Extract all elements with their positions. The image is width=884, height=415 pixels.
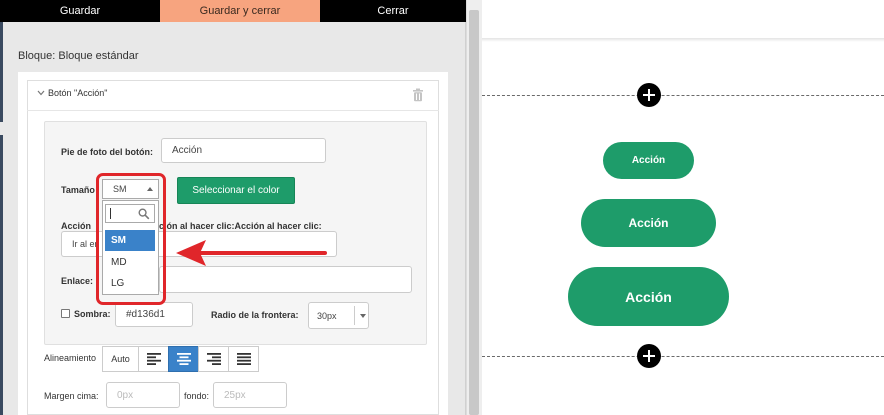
radius-select[interactable]: 30px [308,302,369,329]
editor-toolbar: Guardar Guardar y cerrar Cerrar [0,0,466,22]
align-left-icon [146,353,161,365]
margin-top-input[interactable]: 0px [106,382,180,408]
block-title: Bloque: Bloque estándar [18,50,139,62]
margin-bottom-label: fondo: [184,391,210,401]
divider [27,110,439,111]
shadow-label: Sombra: [74,309,111,319]
arrow-left-icon [176,240,327,266]
trash-icon[interactable] [412,88,424,102]
align-auto-button[interactable]: Auto [102,346,139,372]
link-input[interactable] [159,266,412,293]
margin-top-label: Margen cima: [44,391,99,401]
highlight-box [96,173,166,305]
close-button[interactable]: Cerrar [320,0,466,22]
preview-button-large[interactable]: Acción [568,267,729,326]
align-center-button[interactable] [168,346,199,372]
section-divider [482,95,884,96]
align-center-icon [176,353,191,365]
shadow-checkbox[interactable] [61,309,70,318]
preview-button-small[interactable]: Acción [603,142,694,179]
shadow-color-input[interactable]: #d136d1 [115,302,193,327]
caption-input[interactable]: Acción [161,138,326,163]
scrollbar-thumb[interactable] [469,10,479,415]
plus-circle-icon[interactable] [637,344,661,368]
align-justify-button[interactable] [228,346,259,372]
align-right-icon [206,353,221,365]
page: Guardar Guardar y cerrar Cerrar Bloque: … [0,0,884,415]
chevron-down-icon [37,89,45,98]
plus-bar [648,350,650,362]
size-label: Tamaño [61,185,95,195]
select-color-button[interactable]: Seleccionar el color [177,177,295,204]
radius-value: 30px [317,310,337,321]
align-left-button[interactable] [138,346,169,372]
save-and-close-button[interactable]: Guardar y cerrar [160,0,320,22]
link-label: Enlace: [61,276,94,286]
select-caret-icon [360,314,366,318]
radius-label: Radio de la frontera: [211,310,299,320]
preview-header-shadow [482,38,884,42]
align-justify-icon [236,353,251,365]
card-title: Botón "Acción" [48,88,108,98]
align-right-button[interactable] [198,346,229,372]
margin-bottom-input[interactable]: 25px [213,382,287,408]
action-label: ción al hacer clic:Acción al hacer clic: [159,221,322,231]
plus-circle-icon[interactable] [637,83,661,107]
alignment-group: Auto [102,346,259,372]
plus-bar [648,89,650,101]
select-divider [354,306,355,325]
panel-edge [0,135,3,415]
card-header[interactable]: Botón "Acción" [37,88,107,98]
section-divider [482,356,884,357]
panel-edge [0,22,3,122]
preview-button-medium[interactable]: Acción [581,199,716,247]
caption-label: Pie de foto del botón: [61,147,153,157]
save-button[interactable]: Guardar [0,0,160,22]
action-label-prefix: Acción [61,221,92,231]
alignment-label: Alineamiento [44,353,97,363]
